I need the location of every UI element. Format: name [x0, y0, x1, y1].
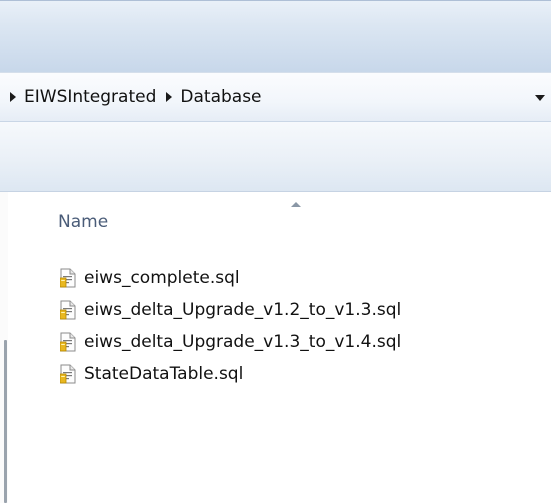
file-item[interactable]: StateDataTable.sql	[60, 358, 401, 390]
file-item[interactable]: eiws_delta_Upgrade_v1.3_to_v1.4.sql	[60, 326, 401, 358]
navigation-pane-scrollbar[interactable]	[4, 340, 7, 503]
breadcrumb-item-eiwsintegrated[interactable]: EIWSIntegrated	[24, 87, 156, 107]
address-bar[interactable]: EIWSIntegrated Database	[0, 72, 551, 122]
sql-script-file-icon	[60, 332, 76, 352]
window-titlebar	[0, 0, 551, 73]
breadcrumb-item-database[interactable]: Database	[180, 87, 261, 107]
file-item[interactable]: eiws_complete.sql	[60, 262, 401, 294]
file-name: eiws_delta_Upgrade_v1.2_to_v1.3.sql	[84, 300, 402, 320]
command-toolbar	[0, 122, 551, 192]
file-name: eiws_complete.sql	[84, 268, 240, 288]
breadcrumb: EIWSIntegrated Database	[0, 85, 262, 109]
breadcrumb-chevron-icon[interactable]	[166, 92, 173, 102]
address-history-dropdown-icon[interactable]	[535, 95, 545, 101]
file-list: eiws_complete.sql eiws_delta_Upgrade_v1.…	[60, 262, 401, 390]
sql-script-file-icon	[60, 364, 76, 384]
file-name: StateDataTable.sql	[84, 364, 244, 384]
file-list-pane: Name eiws_complete.sql eiws_delta_Upgrad…	[8, 192, 551, 503]
explorer-window: EIWSIntegrated Database Name eiws_comple…	[0, 0, 551, 503]
sort-ascending-icon	[291, 202, 301, 207]
sql-script-file-icon	[60, 268, 76, 288]
file-item[interactable]: eiws_delta_Upgrade_v1.2_to_v1.3.sql	[60, 294, 401, 326]
column-header-name[interactable]: Name	[58, 212, 108, 232]
file-name: eiws_delta_Upgrade_v1.3_to_v1.4.sql	[84, 332, 402, 352]
breadcrumb-chevron-icon[interactable]	[10, 92, 16, 102]
sql-script-file-icon	[60, 300, 76, 320]
